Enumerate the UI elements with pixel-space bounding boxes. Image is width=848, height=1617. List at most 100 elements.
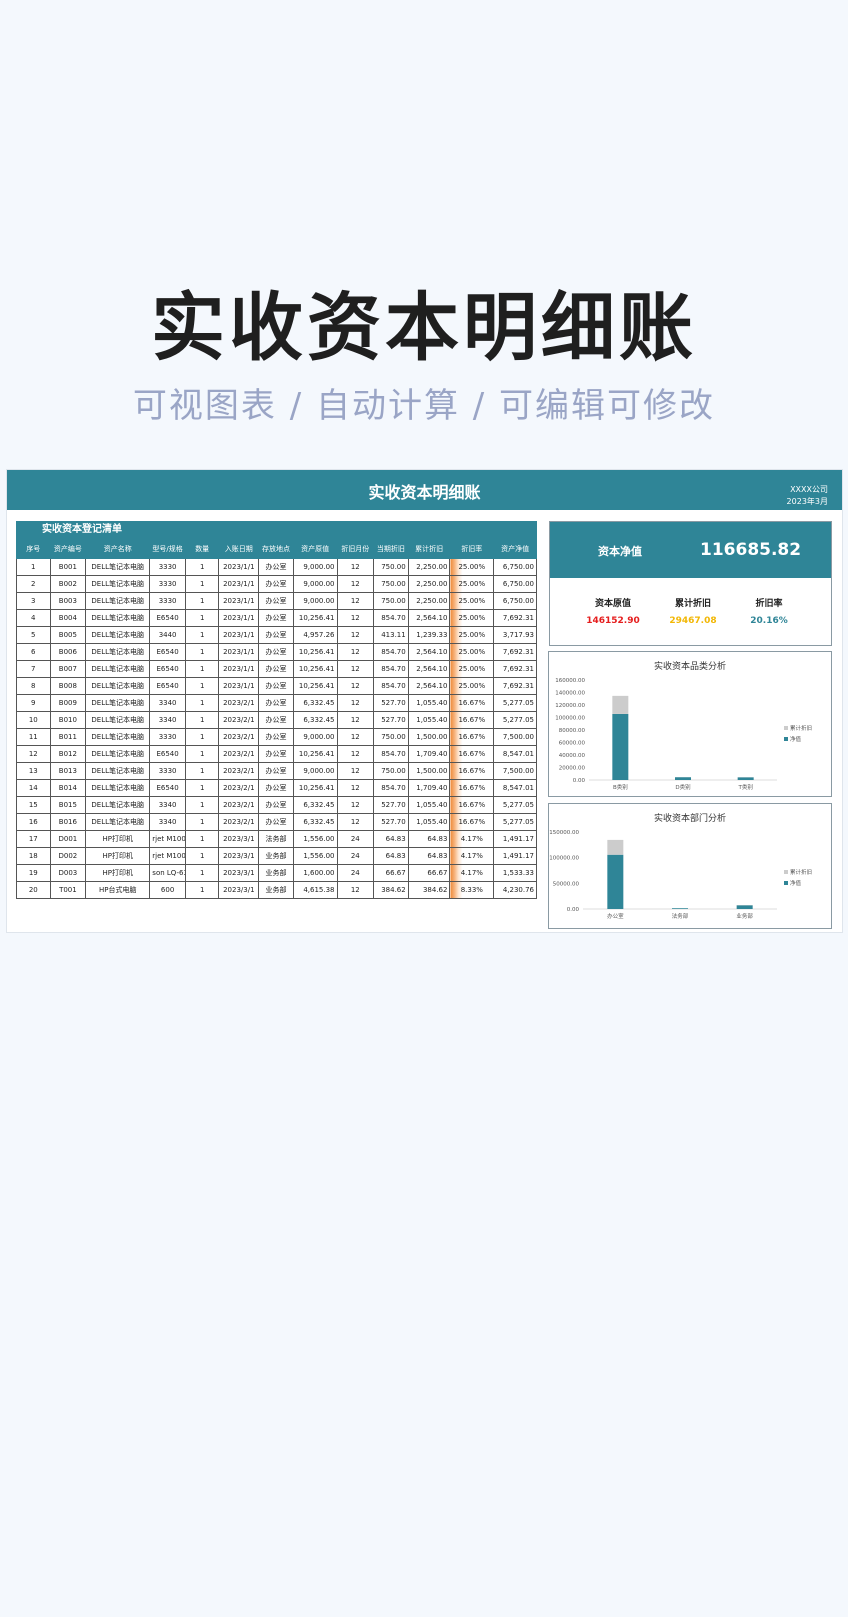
- table-cell: 1: [184, 847, 220, 865]
- table-cell: 1: [184, 592, 220, 610]
- table-cell: 5,277.05: [493, 711, 537, 729]
- hero-subtitle: 可视图表 / 自动计算 / 可编辑可修改: [132, 386, 716, 426]
- table-cell: 2,564.10: [407, 643, 451, 661]
- table-cell: DELL笔记本电脑: [85, 575, 151, 593]
- table-cell: 9,000.00: [292, 762, 338, 780]
- table-cell: HP打印机: [85, 847, 151, 865]
- table-cell: B003: [49, 592, 87, 610]
- table-cell: 64.83: [373, 830, 409, 848]
- y-tick-label: 120000.00: [555, 703, 585, 709]
- y-tick-label: 100000.00: [555, 716, 585, 722]
- table-cell: E6540: [149, 677, 186, 695]
- table-cell: 1: [184, 660, 220, 678]
- spreadsheet-panel: 实收资本明细账 XXXX公司 2023年3月 实收资本登记清单 序号 资产编号 资产…: [6, 469, 843, 933]
- register-caption: 实收资本登记清单: [16, 521, 537, 538]
- table-cell: 64.83: [373, 847, 409, 865]
- table-cell: 19: [16, 864, 51, 882]
- table-cell: 6,750.00: [493, 575, 537, 593]
- table-cell: B013: [49, 762, 87, 780]
- x-tick-label: B类别: [613, 783, 628, 791]
- table-cell: 750.00: [373, 558, 409, 576]
- table-row: 17D001HP打印机rjet M100512023/3/1法务部1,556.0…: [16, 830, 537, 848]
- table-cell: 10,256.41: [292, 677, 338, 695]
- table-cell: 854.70: [373, 643, 409, 661]
- table-cell: 9: [16, 694, 51, 712]
- table-cell: 办公室: [258, 813, 294, 831]
- department-chart-svg: 0.00 50000.00 100000.00 150000.00 办公室 法务部 业务部 累…: [549, 830, 812, 920]
- table-cell: 1: [184, 677, 220, 695]
- table-cell: 7,692.31: [493, 660, 537, 678]
- category-chart: 实收资本品类分析 0.00 20000.00 40000.00 60000.00 800…: [548, 651, 832, 797]
- table-cell: 5: [16, 626, 51, 644]
- table-cell: DELL笔记本电脑: [85, 728, 151, 746]
- table-cell: 1: [184, 864, 220, 882]
- table-cell: 1,556.00: [292, 830, 338, 848]
- category-chart-svg: 0.00 20000.00 40000.00 60000.00 80000.00 1000…: [555, 678, 812, 791]
- table-cell: 1: [184, 558, 220, 576]
- column-header: 折旧月份: [336, 538, 375, 559]
- table-cell: 10,256.41: [292, 643, 338, 661]
- table-cell: 16.67%: [449, 711, 495, 729]
- x-tick-label: 业务部: [736, 912, 753, 920]
- department-chart: 实收资本部门分析 0.00 50000.00 100000.00 150000.00 办…: [548, 803, 832, 929]
- y-tick-label: 100000.00: [549, 856, 579, 862]
- table-cell: 10: [16, 711, 51, 729]
- table-cell: B008: [49, 677, 87, 695]
- table-cell: 25.00%: [449, 609, 495, 627]
- table-cell: 办公室: [258, 660, 294, 678]
- table-cell: 2,250.00: [407, 592, 451, 610]
- table-cell: 2023/2/1: [218, 779, 260, 797]
- table-cell: 854.70: [373, 609, 409, 627]
- table-cell: B015: [49, 796, 87, 814]
- table-cell: DELL笔记本电脑: [85, 609, 151, 627]
- table-cell: 24: [336, 864, 375, 882]
- table-cell: 办公室: [258, 779, 294, 797]
- table-cell: 6: [16, 643, 51, 661]
- table-cell: 66.67: [407, 864, 451, 882]
- table-cell: 2023/1/1: [218, 609, 260, 627]
- table-cell: 2023/2/1: [218, 762, 260, 780]
- report-date: 2023年3月: [786, 497, 828, 506]
- kpi-depreciation-rate: 折旧率 20.16%: [722, 596, 816, 626]
- table-cell: 1: [16, 558, 51, 576]
- table-cell: 25.00%: [449, 660, 495, 678]
- y-tick-label: 0.00: [573, 778, 586, 784]
- table-cell: 4,957.26: [292, 626, 338, 644]
- table-row: 3 B003 DELL笔记本电脑 3330 1 2023/1/1 办公室 9,000.00 12…: [16, 592, 537, 610]
- table-row: 15 B015 DELL笔记本电脑 3340 1 2023/2/1 办公室 6,332.45 1…: [16, 796, 537, 814]
- table-cell: 1: [184, 694, 220, 712]
- table-row: 6 B006 DELL笔记本电脑 E6540 1 2023/1/1 办公室 10,256.41…: [16, 643, 537, 661]
- table-cell: 4,230.76: [493, 881, 537, 899]
- bar-net-value: [736, 905, 753, 909]
- y-tick-label: 0.00: [567, 907, 580, 913]
- table-cell: 384.62: [407, 881, 451, 899]
- table-cell: 1,600.00: [292, 864, 338, 882]
- column-header: 序号: [16, 538, 51, 559]
- table-cell: 8: [16, 677, 51, 695]
- table-cell: 16.67%: [449, 813, 495, 831]
- table-row: 11 B011 DELL笔记本电脑 3330 1 2023/2/1 办公室 9,000.00 1…: [16, 728, 537, 746]
- table-cell: 854.70: [373, 779, 409, 797]
- table-cell: 13: [16, 762, 51, 780]
- asset-register-table: 序号 资产编号 资产名称 型号/规格 数量 入账日期 存放地点 资产原值 折旧月份 当期折旧 累计折…: [16, 538, 537, 899]
- table-cell: 3330: [149, 558, 186, 576]
- table-cell: 3: [16, 592, 51, 610]
- y-tick-label: 150000.00: [549, 830, 579, 836]
- table-cell: DELL笔记本电脑: [85, 796, 151, 814]
- table-cell: 4.17%: [449, 847, 495, 865]
- table-cell: 办公室: [258, 677, 294, 695]
- table-cell: 25.00%: [449, 575, 495, 593]
- table-cell: 20: [16, 881, 51, 899]
- legend-swatch: [784, 726, 788, 730]
- column-header: 入账日期: [218, 538, 260, 559]
- table-cell: 12: [336, 711, 375, 729]
- table-cell: 750.00: [373, 762, 409, 780]
- table-cell: 8,547.01: [493, 745, 537, 763]
- table-cell: 1,055.40: [407, 711, 451, 729]
- table-cell: 25.00%: [449, 626, 495, 644]
- bar-net-value: [675, 777, 691, 780]
- table-cell: 7,500.00: [493, 728, 537, 746]
- table-cell: 办公室: [258, 796, 294, 814]
- table-cell: 5,277.05: [493, 694, 537, 712]
- table-cell: 3330: [149, 575, 186, 593]
